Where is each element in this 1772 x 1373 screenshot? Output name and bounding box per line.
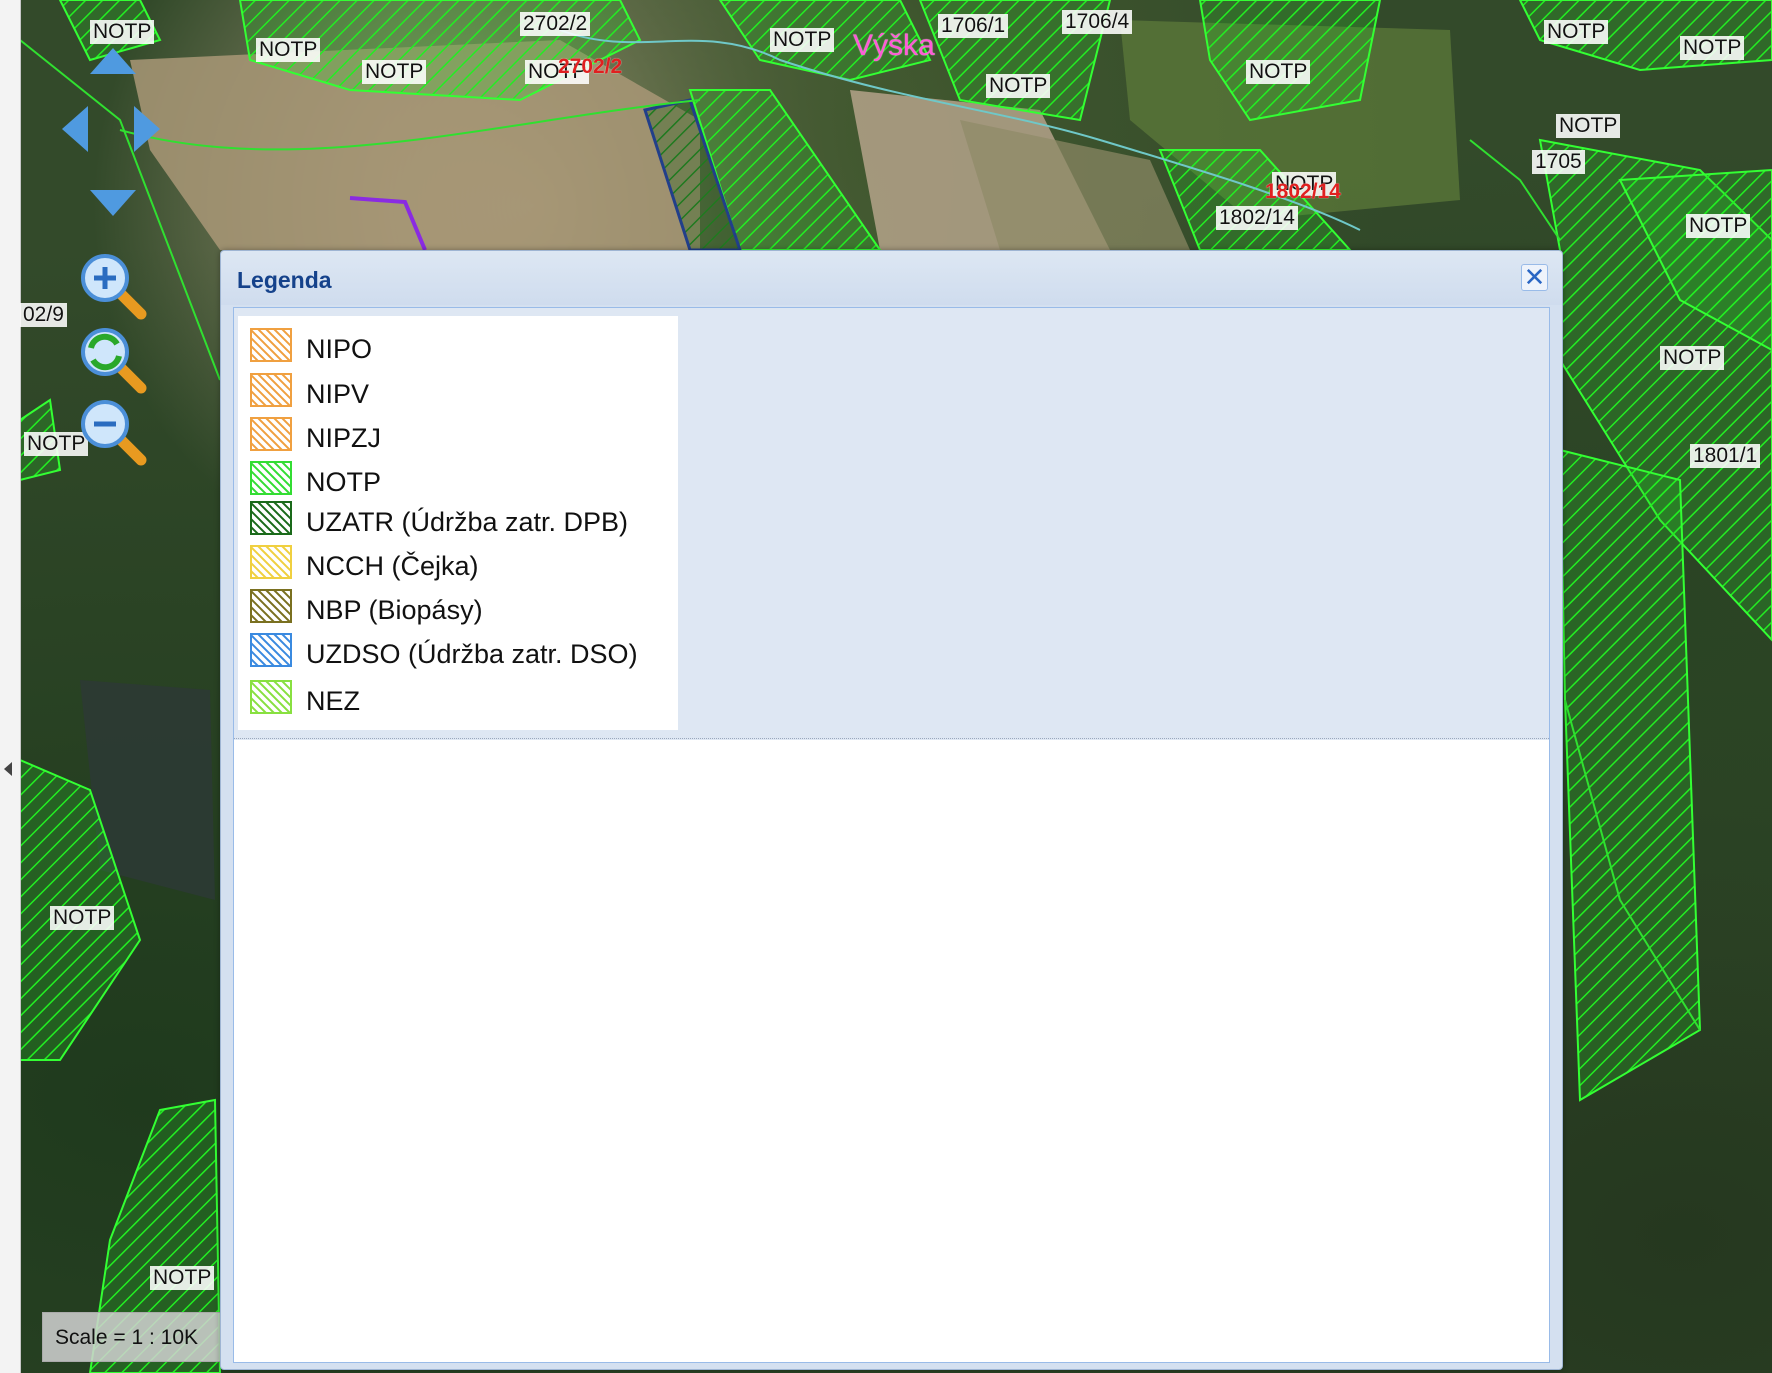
parcel-label: NOTP [770,28,835,52]
parcel-label: 1705 [1532,150,1585,174]
legend-header[interactable]: Legenda ✕ [221,251,1562,305]
legend-swatch-icon [250,545,292,579]
zoom-in-icon [81,254,147,320]
left-panel-strip [0,0,21,1373]
legend-swatch-icon [250,633,292,667]
collapse-panel-icon[interactable] [4,762,12,776]
parcel-label: 1801/1 [1690,444,1761,468]
zoom-out-button[interactable] [75,394,149,468]
pan-down-button[interactable] [90,190,136,216]
parcel-label: NOTP [1686,214,1751,238]
legend-item-label: NBP (Biopásy) [306,595,483,625]
parcel-label-highlight: 2702/2 [558,55,623,78]
legend-item-label: NCCH (Čejka) [306,551,479,581]
legend-item-label: NEZ [306,686,360,716]
legend-swatch-icon [250,589,292,623]
zoom-reset-button[interactable] [75,322,149,396]
legend-empty-area [234,740,1549,1362]
parcel-label: NOTP [90,20,155,44]
parcel-label: NOTP [362,60,427,84]
parcel-label: NOTP [986,74,1051,98]
parcel-label: NOTP [1660,346,1725,370]
legend-item-label: UZDSO (Údržba zatr. DSO) [306,639,638,669]
parcel-label: NOTP [1556,114,1621,138]
parcel-label: NOTP [50,906,115,930]
legend-item-label: NOTP [306,467,382,497]
parcel-label: NOTP [1544,20,1609,44]
parcel-label: 1706/4 [1062,10,1133,34]
parcel-label: NOTP [1246,60,1311,84]
legend-swatch-icon [250,328,292,362]
parcel-label: 02/9 [20,303,67,327]
legend-swatch-icon [250,501,292,535]
scale-indicator: Scale = 1 : 10K [42,1312,222,1362]
pan-right-button[interactable] [134,106,160,152]
legend-body: NIPO NIPV NIPZJ NOTP UZATR (Údržba zatr. DPB… [233,307,1550,1363]
parcel-label: 1706/1 [938,14,1009,38]
legend-swatch-icon [250,417,292,451]
close-icon: ✕ [1523,262,1546,292]
close-button[interactable]: ✕ [1521,264,1548,291]
legend-item-label: NIPZJ [306,423,382,453]
legend-item-label: NIPO [306,334,373,364]
legend-item-label: NIPV [306,379,370,409]
pan-up-button[interactable] [90,48,136,74]
legend-swatch-icon [250,461,292,495]
zoom-refresh-icon [81,328,147,394]
legend-title: Legenda [237,267,332,293]
legend-list: NIPO NIPV NIPZJ NOTP UZATR (Údržba zatr. DPB… [238,316,678,730]
place-name-label: Výška [853,29,935,62]
parcel-label-highlight: 1802/14 [1265,180,1341,203]
legend-item-label: UZATR (Údržba zatr. DPB) [306,507,629,537]
legend-swatch-icon [250,680,292,714]
legend-divider [234,738,1549,739]
legend-window: Legenda ✕ NIPO NIPV NIPZJ NOTP UZATR (Údržba… [220,250,1563,1370]
parcel-label: 1802/14 [1216,206,1298,230]
parcel-label: 2702/2 [520,12,591,36]
parcel-label: NOTP [1680,36,1745,60]
zoom-out-icon [81,400,147,466]
parcel-label: NOTP [150,1266,215,1290]
parcel-label: NOTP [256,38,321,62]
legend-swatch-icon [250,373,292,407]
zoom-in-button[interactable] [75,248,149,322]
pan-left-button[interactable] [62,106,88,152]
